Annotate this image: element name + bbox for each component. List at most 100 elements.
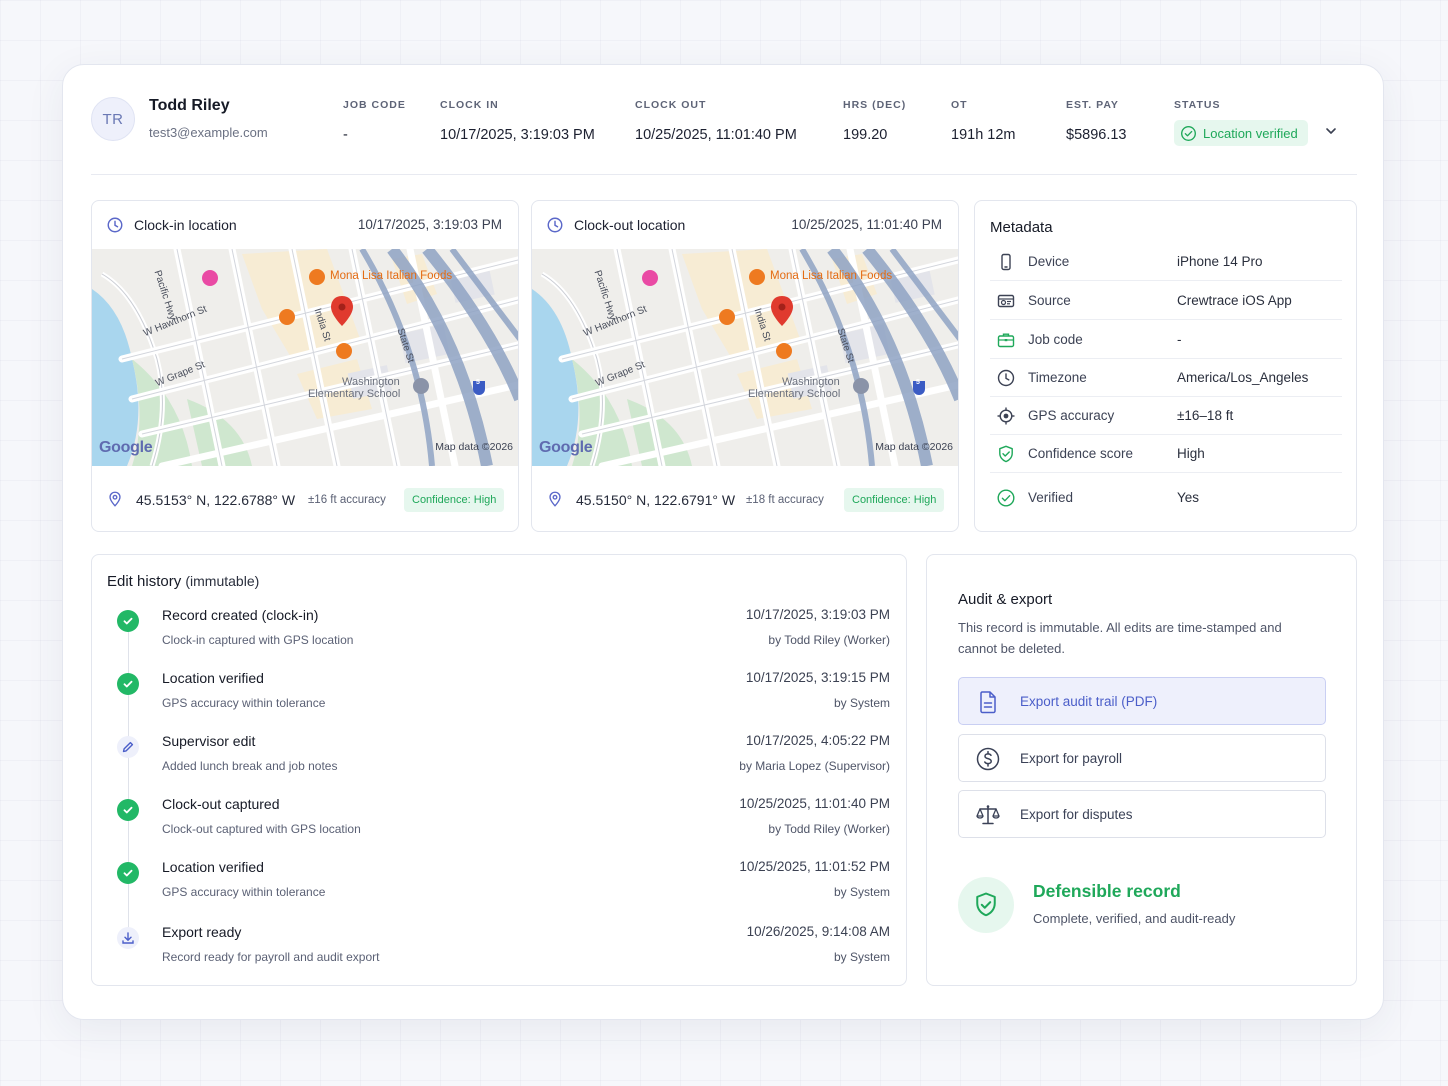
clock-in-column: CLOCK IN 10/17/2025, 3:19:03 PM <box>440 99 595 143</box>
metadata-value: iPhone 14 Pro <box>1177 254 1263 269</box>
clock-in-card-footer: 45.5153° N, 122.6788° W ±16 ft accuracy … <box>92 466 518 531</box>
event-title: Location verified <box>162 859 264 875</box>
event-title: Record created (clock-in) <box>162 607 319 623</box>
clock-in-card-time: 10/17/2025, 3:19:03 PM <box>357 217 502 232</box>
job-code-column: JOB CODE - <box>343 99 406 143</box>
event-subtitle: Added lunch break and job notes <box>162 759 338 773</box>
clock-in-map[interactable]: Mona Lisa Italian Foods Pacific Hwy W Hawt… <box>92 249 518 466</box>
metadata-value: High <box>1177 446 1205 461</box>
clock-in-label: CLOCK IN <box>440 99 499 111</box>
metadata-value: ±16–18 ft <box>1177 408 1234 423</box>
map-google-logo: Google <box>99 439 153 456</box>
metadata-title: Metadata <box>990 219 1053 236</box>
metadata-row-timezone: Timezone America/Los_Angeles <box>990 359 1342 397</box>
scale-icon <box>976 805 1000 825</box>
clock-out-card-time: 10/25/2025, 11:01:40 PM <box>791 217 942 232</box>
chevron-down-icon[interactable] <box>1324 124 1338 138</box>
map-data-credit: Map data ©2026 <box>435 441 513 453</box>
hours-column: HRS (DEC) 199.20 <box>843 99 906 143</box>
clock-out-column: CLOCK OUT 10/25/2025, 11:01:40 PM <box>635 99 797 143</box>
event-title: Clock-out captured <box>162 796 280 812</box>
clock-icon <box>547 217 563 233</box>
worker-name: Todd Riley <box>149 97 230 114</box>
metadata-value: - <box>1177 332 1182 347</box>
edit-history-title-main: Edit history <box>107 573 182 590</box>
briefcase-icon <box>997 333 1015 348</box>
check-circle-icon <box>997 489 1015 507</box>
check-circle-icon <box>117 610 139 632</box>
clock-out-coordinates: 45.5150° N, 122.6791° W <box>576 492 736 508</box>
phone-icon <box>1001 253 1011 271</box>
check-circle-icon <box>117 862 139 884</box>
clock-in-accuracy: ±16 ft accuracy <box>308 494 386 506</box>
edit-history-title-sub: (immutable) <box>185 573 260 589</box>
event-author: by Maria Lopez (Supervisor) <box>739 759 890 773</box>
map-label-school-1: Washington <box>342 376 400 388</box>
event-title: Export ready <box>162 924 242 940</box>
event-date: 10/25/2025, 11:01:52 PM <box>739 859 890 874</box>
map-location-marker[interactable] <box>771 295 793 327</box>
defensible-subtitle: Complete, verified, and audit-ready <box>1033 911 1236 926</box>
map-location-marker[interactable] <box>331 295 353 327</box>
timeline-event: Location verified GPS accuracy within tol… <box>92 670 906 726</box>
export-audit-trail-button[interactable]: Export audit trail (PDF) <box>958 677 1326 725</box>
clock-out-confidence-badge: Confidence: High <box>844 488 945 512</box>
export-disputes-button[interactable]: Export for disputes <box>958 790 1326 838</box>
job-code-value: - <box>343 127 348 143</box>
dollar-icon <box>976 747 1000 771</box>
clock-in-value: 10/17/2025, 3:19:03 PM <box>440 127 595 143</box>
map-label-school-2: Elementary School <box>308 388 401 400</box>
event-subtitle: GPS accuracy within tolerance <box>162 885 326 899</box>
export-payroll-button[interactable]: Export for payroll <box>958 734 1326 782</box>
shield-check-icon <box>976 892 996 917</box>
event-date: 10/17/2025, 3:19:15 PM <box>745 670 890 685</box>
metadata-value: Yes <box>1177 490 1200 505</box>
timeline-event: Clock-out captured Clock-out captured wit… <box>92 796 906 852</box>
worker-email: test3@example.com <box>149 125 268 140</box>
clock-in-card-title: Clock-in location <box>134 217 237 233</box>
clock-icon <box>107 217 123 233</box>
map-highway-shield: 5 <box>476 379 480 386</box>
map-label-school-1: Washington <box>782 376 840 388</box>
check-circle-icon <box>117 673 139 695</box>
clock-in-confidence-badge: Confidence: High <box>404 488 505 512</box>
metadata-key: GPS accuracy <box>1028 408 1115 423</box>
map-google-logo: Google <box>539 439 593 456</box>
status-column: STATUS <box>1174 99 1220 111</box>
export-audit-trail-label: Export audit trail (PDF) <box>1020 694 1158 709</box>
est-pay-column: EST. PAY $5896.13 <box>1066 99 1126 143</box>
defensible-shield-badge <box>958 877 1014 933</box>
status-label: STATUS <box>1174 99 1221 111</box>
target-icon <box>997 407 1015 425</box>
map-label-restaurant: Mona Lisa Italian Foods <box>330 270 453 282</box>
timesheet-record-card: TR Todd Riley test3@example.com JOB CODE… <box>62 64 1384 1020</box>
download-icon <box>117 927 139 949</box>
clock-out-card-header: Clock-out location 10/25/2025, 11:01:40 … <box>532 201 958 249</box>
timeline-event: Export ready Record ready for payroll and… <box>92 924 906 980</box>
event-date: 10/26/2025, 9:14:08 AM <box>746 924 890 939</box>
ot-column: OT 191h 12m <box>951 99 1016 143</box>
metadata-row-gps-accuracy: GPS accuracy ±16–18 ft <box>990 397 1342 435</box>
metadata-key: Device <box>1028 254 1070 269</box>
event-author: by System <box>833 950 890 964</box>
clock-in-location-card: Clock-in location 10/17/2025, 3:19:03 PM <box>91 200 519 532</box>
est-pay-value: $5896.13 <box>1066 127 1127 143</box>
event-title: Supervisor edit <box>162 733 256 749</box>
metadata-key: Verified <box>1028 490 1074 505</box>
clock-out-value: 10/25/2025, 11:01:40 PM <box>635 127 797 143</box>
hours-label: HRS (DEC) <box>843 99 907 111</box>
metadata-key: Source <box>1028 293 1071 308</box>
clock-in-card-header: Clock-in location 10/17/2025, 3:19:03 PM <box>92 201 518 249</box>
hours-value: 199.20 <box>843 127 888 143</box>
pencil-icon <box>117 736 139 758</box>
event-date: 10/17/2025, 4:05:22 PM <box>745 733 890 748</box>
event-title: Location verified <box>162 670 264 686</box>
clock-out-map[interactable]: Mona Lisa Italian Foods Pacific Hwy W Hawt… <box>532 249 958 466</box>
avatar: TR <box>91 97 135 141</box>
defensible-title: Defensible record <box>1033 881 1181 901</box>
est-pay-label: EST. PAY <box>1066 99 1119 111</box>
event-author: by Todd Riley (Worker) <box>768 822 890 836</box>
clock-in-coordinates: 45.5153° N, 122.6788° W <box>136 492 296 508</box>
metadata-key: Confidence score <box>1028 446 1134 461</box>
metadata-row-device: Device iPhone 14 Pro <box>990 243 1342 281</box>
